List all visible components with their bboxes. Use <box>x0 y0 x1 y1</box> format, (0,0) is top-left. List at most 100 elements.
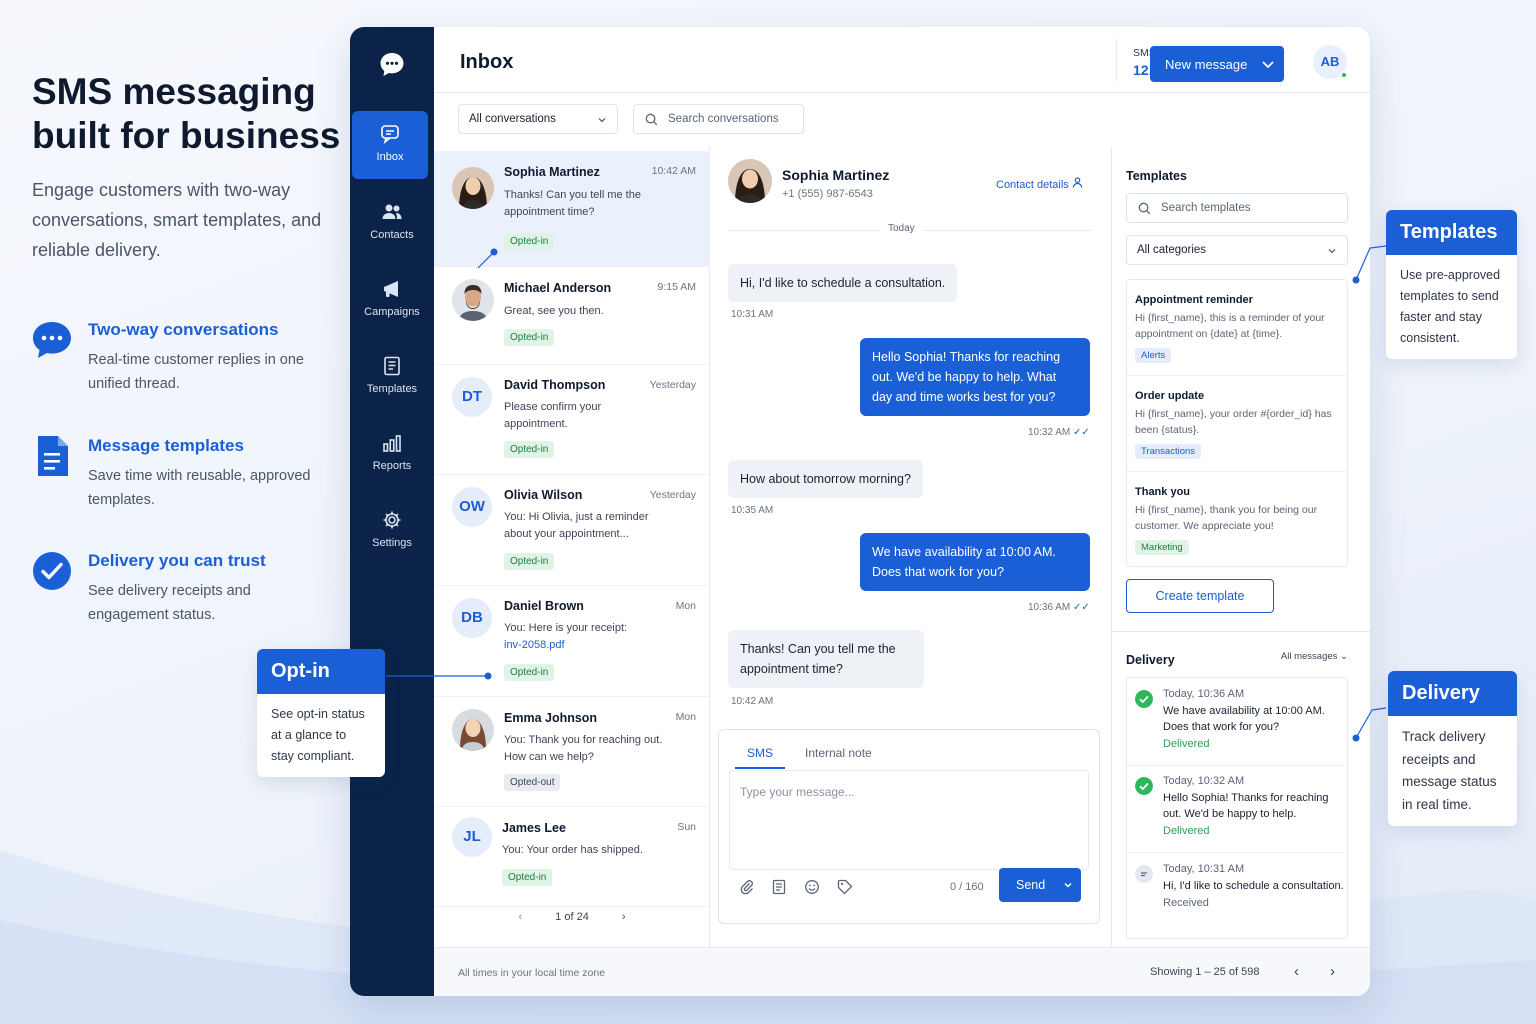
message-input[interactable]: Type your message... <box>729 770 1089 870</box>
search-icon <box>1138 202 1151 215</box>
new-message-button[interactable]: New message <box>1150 46 1284 82</box>
sidebar-item-label: Inbox <box>376 151 404 163</box>
feature-two-way: Two-way conversations Real-time customer… <box>32 320 332 400</box>
sidebar-item-label: Settings <box>372 537 412 549</box>
callout-optin: Opt-in See opt-in status at a glance to … <box>257 649 385 777</box>
conversation-time: 10:42 AM <box>651 165 696 177</box>
create-template-button[interactable]: Create template <box>1126 579 1274 613</box>
contact-name: Michael Anderson <box>504 281 612 295</box>
emoji-icon[interactable] <box>804 879 820 895</box>
settings-icon <box>383 511 401 529</box>
feature-title: Message templates <box>88 436 244 455</box>
tab-sms[interactable]: SMS <box>735 746 786 769</box>
tab-internal-note[interactable]: Internal note <box>805 746 872 760</box>
message-time: 10:31 AM <box>731 309 774 320</box>
sidebar-item-reports[interactable]: Reports <box>350 420 434 488</box>
attachment-icon[interactable] <box>739 879 755 895</box>
template-insert-icon[interactable] <box>771 879 787 895</box>
delivery-message: Hello Sophia! Thanks for reaching out. W… <box>1163 792 1329 820</box>
double-check-icon: ✓✓ <box>1073 602 1090 613</box>
conversation-time: Mon <box>675 711 696 723</box>
footer-prev-icon[interactable]: ‹ <box>1294 963 1299 980</box>
incoming-message: How about tomorrow morning? <box>728 460 923 498</box>
contact-name: Daniel Brown <box>504 599 584 613</box>
sidebar-item-contacts[interactable]: Contacts <box>350 189 434 257</box>
delivery-message: Hi, I'd like to schedule a consultation. <box>1163 880 1344 892</box>
delivery-status: Delivered <box>1163 738 1210 750</box>
conversation-item[interactable]: DT David Thompson Yesterday Please confi… <box>434 365 710 475</box>
footer-next-icon[interactable]: › <box>1330 963 1335 980</box>
template-body: Hi {first_name}, this is a reminder of y… <box>1135 312 1325 340</box>
conversation-time: Yesterday <box>649 489 696 501</box>
conversation-item[interactable]: Sophia Martinez 10:42 AM Thanks! Can you… <box>434 151 710 267</box>
chevron-down-icon[interactable] <box>1063 880 1073 890</box>
opt-status-badge: Opted-in <box>504 664 555 681</box>
feature-title: Two-way conversations <box>88 320 279 339</box>
message-time: 10:32 AM ✓✓ <box>1028 427 1090 438</box>
delivery-status: Received <box>1163 897 1209 909</box>
template-item[interactable]: Thank you Hi {first_name}, thank you for… <box>1127 486 1347 562</box>
delivery-item: Today, 10:31 AM Hi, I'd like to schedule… <box>1127 863 1347 935</box>
sidebar-item-settings[interactable]: Settings <box>350 497 434 565</box>
search-placeholder: Search conversations <box>668 113 779 125</box>
compose-box: SMS Internal note Type your message... 0… <box>718 729 1100 924</box>
template-item[interactable]: Appointment reminder Hi {first_name}, th… <box>1127 294 1347 376</box>
template-search-input[interactable]: Search templates <box>1126 193 1348 223</box>
delivery-item: Today, 10:32 AM Hello Sophia! Thanks for… <box>1127 775 1347 853</box>
right-panel: Templates Search templates All categorie… <box>1112 147 1370 947</box>
chevron-down-icon <box>1328 249 1336 254</box>
conversation-item[interactable]: JL James Lee Sun You: Your order has shi… <box>434 807 710 907</box>
outgoing-message: Hello Sophia! Thanks for reaching out. W… <box>860 338 1090 416</box>
send-button[interactable]: Send <box>999 868 1081 902</box>
conversation-search-input[interactable]: Search conversations <box>633 104 804 134</box>
check-circle-icon <box>33 552 71 590</box>
opt-status-badge: Opted-in <box>502 869 553 886</box>
delivered-check-icon <box>1135 690 1153 708</box>
conversation-item[interactable]: DB Daniel Brown Mon You: Here is your re… <box>434 586 710 697</box>
search-placeholder: Search templates <box>1161 202 1251 214</box>
conversation-item[interactable]: Michael Anderson 9:15 AM Great, see you … <box>434 267 710 365</box>
chevron-down-icon[interactable] <box>1252 46 1284 82</box>
user-avatar[interactable]: AB <box>1313 45 1348 79</box>
contact-initials-avatar: OW <box>452 487 492 527</box>
double-check-icon: ✓✓ <box>1073 427 1090 438</box>
sidebar-item-inbox[interactable]: Inbox <box>352 111 428 179</box>
conversation-item[interactable]: Emma Johnson Mon You: Thank you for reac… <box>434 697 710 807</box>
chevron-down-icon <box>598 118 606 123</box>
callout-title: Templates <box>1386 210 1517 255</box>
sidebar-item-templates[interactable]: Templates <box>350 343 434 411</box>
delivery-filter-select[interactable]: All messages ⌄ <box>1281 651 1348 662</box>
contact-initials-avatar: DT <box>452 377 492 417</box>
callout-desc: Use pre-approved templates to send faste… <box>1400 268 1501 345</box>
tag-icon[interactable] <box>837 879 853 895</box>
template-name: Thank you <box>1135 486 1191 498</box>
template-category-select[interactable]: All categories <box>1126 235 1348 265</box>
feature-desc: Real-time customer replies in one unifie… <box>88 352 304 392</box>
conversation-time: 9:15 AM <box>657 281 696 293</box>
contact-details-link[interactable]: Contact details <box>996 177 1083 191</box>
sidebar: Inbox Contacts Campaigns Templates Repor… <box>350 27 434 996</box>
template-item[interactable]: Order update Hi {first_name}, your order… <box>1127 390 1347 472</box>
new-message-label: New message <box>1165 57 1248 72</box>
chat-panel: Sophia Martinez +1 (555) 987-6543 Contac… <box>710 147 1112 947</box>
attachment-link[interactable]: inv-2058.pdf <box>504 639 565 651</box>
contact-name: Sophia Martinez <box>504 165 600 179</box>
feature-title: Delivery you can trust <box>88 551 266 570</box>
sidebar-item-campaigns[interactable]: Campaigns <box>350 266 434 334</box>
preview-text: You: Here is your receipt: <box>504 622 628 634</box>
hero-subtitle: Engage customers with two-way conversati… <box>32 180 322 260</box>
pager-next-icon[interactable]: › <box>622 911 626 923</box>
delivered-check-icon <box>1135 777 1153 795</box>
message-time: 10:36 AM ✓✓ <box>1028 602 1090 613</box>
pager-prev-icon[interactable]: ‹ <box>518 911 522 923</box>
conversation-preview: Great, see you then. <box>504 305 604 317</box>
opt-status-badge: Opted-in <box>504 329 555 346</box>
opt-status-badge: Opted-in <box>504 553 555 570</box>
template-name: Order update <box>1135 390 1205 402</box>
conversation-filter-value: All conversations <box>469 113 556 125</box>
chat-contact-phone: +1 (555) 987-6543 <box>782 188 873 200</box>
conversation-item[interactable]: OW Olivia Wilson Yesterday You: Hi Olivi… <box>434 475 710 586</box>
templates-icon <box>384 356 400 376</box>
callout-desc: Track delivery receipts and message stat… <box>1402 729 1497 812</box>
conversation-filter-select[interactable]: All conversations <box>458 104 618 134</box>
